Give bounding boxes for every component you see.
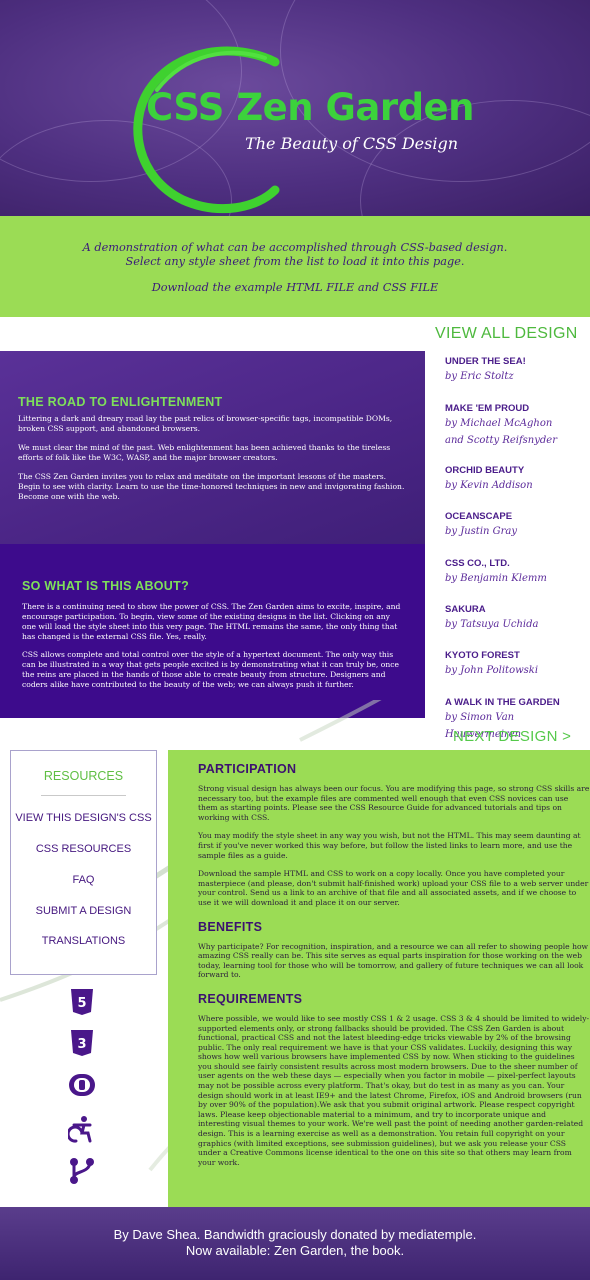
section-title: BENEFITS [198, 919, 263, 934]
section-title: SO WHAT IS THIS ABOUT? [22, 579, 190, 593]
site-tagline: The Beauty of CSS Design [245, 134, 458, 153]
css-resources-link[interactable]: CSS RESOURCES [11, 843, 156, 855]
fork-icon[interactable] [68, 1157, 96, 1185]
resources-panel: RESOURCES VIEW THIS DESIGN'S CSS CSS RES… [10, 750, 157, 975]
footer-credit[interactable]: By Dave Shea. Bandwidth graciously donat… [0, 1207, 590, 1243]
page-footer: By Dave Shea. Bandwidth graciously donat… [0, 1207, 590, 1280]
paragraph: There is a continuing need to show the p… [22, 602, 401, 641]
design-author[interactable]: by Benjamin Klemm [445, 570, 590, 587]
svg-text:3: 3 [77, 1037, 86, 1052]
paragraph: Littering a dark and dreary road lay the… [18, 414, 393, 433]
paragraph: The CSS Zen Garden invites you to relax … [18, 472, 405, 501]
paragraph: Strong visual design has always been our… [198, 784, 590, 822]
design-author[interactable]: and Scotty Reifsnyder [445, 432, 590, 449]
design-author[interactable]: by Tatsuya Uchida [445, 616, 590, 633]
design-item[interactable]: SAKURA by Tatsuya Uchida [445, 603, 590, 633]
design-author[interactable]: by John Politowski [445, 662, 590, 679]
translations-link[interactable]: TRANSLATIONS [11, 935, 156, 947]
page-header: CSS Zen Garden The Beauty of CSS Design [0, 0, 590, 216]
design-name[interactable]: CSS CO., LTD. [445, 557, 590, 570]
design-name[interactable]: ORCHID BEAUTY [445, 464, 590, 477]
paragraph: Why participate? For recognition, inspir… [198, 941, 589, 980]
view-all-designs-link[interactable]: VIEW ALL DESIGN [435, 325, 578, 343]
resources-title: RESOURCES [43, 769, 124, 783]
design-author[interactable]: by Kevin Addison [445, 477, 590, 494]
design-name[interactable]: SAKURA [445, 603, 590, 616]
submit-design-link[interactable]: SUBMIT A DESIGN [11, 905, 156, 917]
design-name[interactable]: UNDER THE SEA! [445, 355, 590, 368]
paragraph: Where possible, we would like to see mos… [198, 1013, 590, 1167]
view-css-link[interactable]: VIEW THIS DESIGN'S CSS [11, 812, 156, 824]
design-author[interactable]: by Michael McAghon [445, 415, 590, 432]
design-item[interactable]: UNDER THE SEA! by Eric Stoltz [445, 355, 590, 385]
download-links[interactable]: Download the example HTML FILE and CSS F… [0, 269, 590, 295]
design-name[interactable]: KYOTO FOREST [445, 649, 590, 662]
accessibility-icon[interactable] [68, 1115, 96, 1143]
summary-line: A demonstration of what can be accomplis… [82, 241, 508, 254]
about-section: SO WHAT IS THIS ABOUT? There is a contin… [0, 544, 425, 718]
design-name[interactable]: OCEANSCAPE [445, 510, 590, 523]
design-item[interactable]: CSS CO., LTD. by Benjamin Klemm [445, 557, 590, 587]
section-title: PARTICIPATION [198, 762, 297, 776]
summary-line: Select any style sheet from the list to … [125, 255, 465, 268]
html5-icon[interactable]: 5 [68, 988, 96, 1016]
design-name[interactable]: MAKE 'EM PROUD [445, 402, 590, 415]
section-title: REQUIREMENTS [198, 991, 303, 1006]
faq-link[interactable]: FAQ [11, 874, 156, 886]
main-content: PARTICIPATION Strong visual design has a… [168, 750, 590, 1207]
design-author[interactable]: by Eric Stoltz [445, 368, 590, 385]
section-title: THE ROAD TO ENLIGHTENMENT [18, 395, 223, 409]
design-item[interactable]: OCEANSCAPE by Justin Gray [445, 510, 590, 540]
paragraph: You may modify the style sheet in any wa… [198, 831, 581, 860]
design-item[interactable]: MAKE 'EM PROUD by Michael McAghon and Sc… [445, 402, 590, 449]
css3-icon[interactable]: 3 [68, 1029, 96, 1057]
road-section: THE ROAD TO ENLIGHTENMENT Littering a da… [0, 351, 425, 544]
svg-text:5: 5 [77, 996, 86, 1011]
design-author[interactable]: by Justin Gray [445, 523, 590, 540]
footer-book[interactable]: Now available: Zen Garden, the book. [0, 1243, 590, 1259]
paragraph: Download the sample HTML and CSS to work… [198, 869, 589, 907]
site-title: CSS Zen Garden [145, 86, 475, 129]
design-item[interactable]: KYOTO FOREST by John Politowski [445, 649, 590, 679]
open-web-icon[interactable] [68, 1071, 96, 1099]
divider [41, 795, 126, 796]
intro-summary: A demonstration of what can be accomplis… [0, 216, 590, 317]
paragraph: CSS allows complete and total control ov… [22, 650, 399, 689]
paragraph: We must clear the mind of the past. Web … [18, 443, 391, 462]
design-item[interactable]: ORCHID BEAUTY by Kevin Addison [445, 464, 590, 494]
